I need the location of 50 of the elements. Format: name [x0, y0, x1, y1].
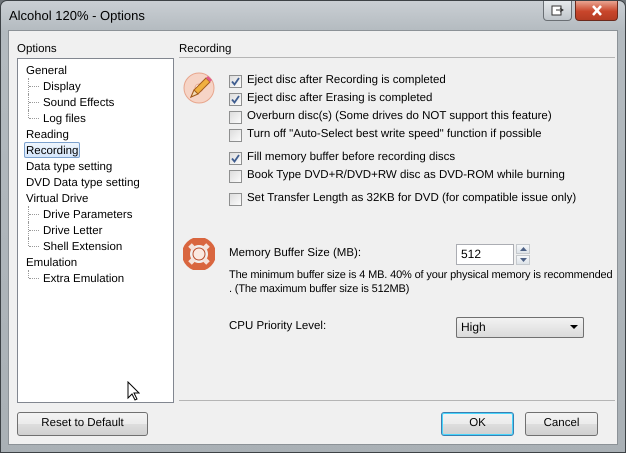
tree-item[interactable]: Reading	[24, 126, 71, 142]
checkbox-label: Eject disc after Erasing is completed	[247, 91, 432, 106]
tree-item[interactable]: Virtual Drive	[24, 190, 90, 206]
lifebuoy-icon	[183, 238, 215, 270]
tree-item[interactable]: Sound Effects	[41, 94, 116, 110]
ok-button[interactable]: OK	[441, 412, 514, 436]
reset-button[interactable]: Reset to Default	[17, 412, 148, 436]
tree-item[interactable]: Shell Extension	[41, 238, 124, 254]
panel-title: Recording	[179, 43, 232, 55]
disc-pencil-icon	[183, 72, 215, 104]
up-arrow-icon	[520, 246, 526, 250]
checkbox[interactable]	[229, 152, 242, 164]
tree-item[interactable]: General	[24, 62, 69, 78]
cancel-button[interactable]: Cancel	[525, 412, 598, 436]
field-label: Memory Buffer Size (MB):	[229, 246, 362, 262]
close-icon	[590, 5, 604, 16]
checkbox[interactable]	[229, 128, 242, 142]
checkbox[interactable]	[229, 110, 242, 124]
checkbox[interactable]	[229, 92, 242, 106]
tree-item[interactable]: Data type setting	[24, 158, 114, 174]
spin-up-button[interactable]	[516, 244, 530, 254]
tree-item[interactable]: Recording	[24, 142, 80, 158]
window-title: Alcohol 120% - Options	[9, 6, 145, 25]
down-arrow-icon	[520, 258, 526, 262]
checkbox[interactable]	[229, 192, 242, 206]
checkbox-label: Fill memory buffer before recording discs	[247, 150, 456, 166]
tree-item[interactable]: Extra Emulation	[41, 270, 126, 286]
cpu-priority-dropdown[interactable]: High	[456, 316, 584, 338]
caret-icon	[570, 325, 578, 329]
spin-down-button[interactable]	[516, 254, 530, 264]
buffer-size-field[interactable]: 512	[456, 244, 514, 264]
tree-item[interactable]: Drive Letter	[41, 222, 104, 238]
tree-item[interactable]: Drive Parameters	[41, 206, 134, 222]
sidebar-label: Options	[17, 43, 57, 55]
checkbox-label: Turn off "Auto-Select best write speed" function if possible	[247, 127, 542, 142]
tree-item[interactable]: Emulation	[24, 254, 80, 270]
buffer-note: The minimum buffer size is 4 MB. 40% of your physical memory is recommended . (The maximum buffer size is 512MB)	[229, 268, 614, 296]
checkbox-label: Book Type DVD+R/DVD+RW disc as DVD-ROM while burning	[247, 168, 565, 184]
checkbox[interactable]	[229, 74, 242, 88]
checkbox-label: Overburn disc(s) (Some drives do NOT support this feature)	[247, 109, 552, 124]
checkbox[interactable]	[229, 170, 242, 182]
tree-item[interactable]: Log files	[41, 110, 88, 126]
checkbox-label: Set Transfer Length as 32KB for DVD (for compatible issue only)	[247, 191, 576, 206]
tree-item[interactable]: DVD Data type setting	[24, 174, 142, 190]
close-button[interactable]	[575, 1, 618, 21]
tree-item[interactable]: Display	[41, 78, 83, 94]
field-label: CPU Priority Level:	[229, 319, 328, 334]
checkbox-label: Eject disc after Recording is completed	[247, 73, 446, 88]
restore-button[interactable]	[543, 1, 572, 21]
restore-icon	[551, 5, 564, 16]
